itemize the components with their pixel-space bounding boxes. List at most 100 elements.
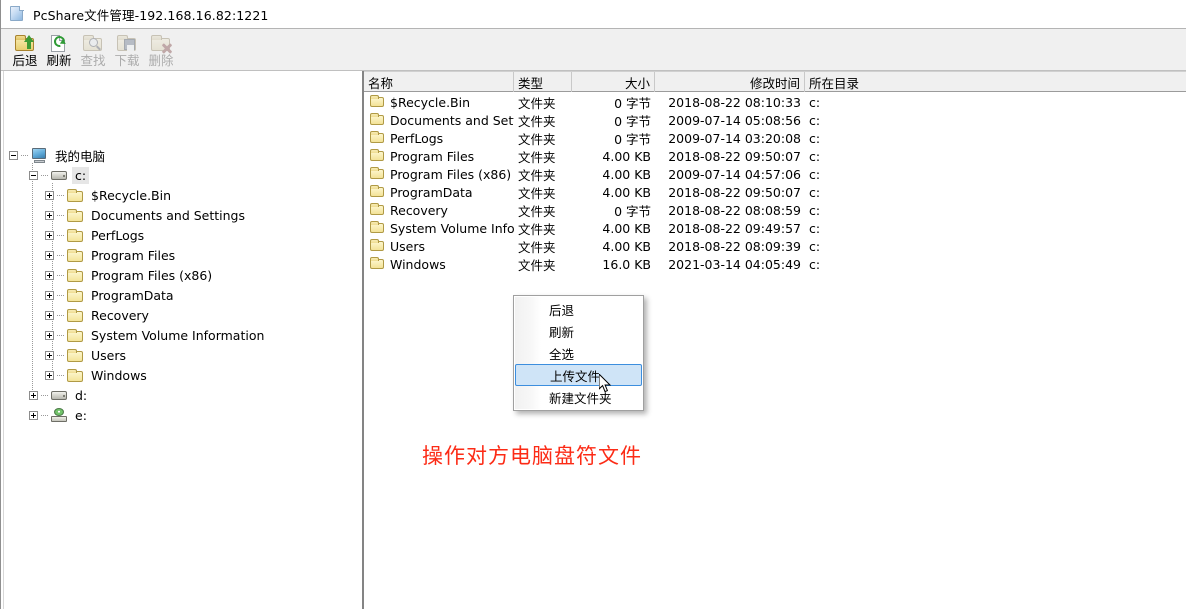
cell-type: 文件夹: [514, 147, 572, 165]
table-row[interactable]: Program Files (x86)文件夹4.00 KB2009-07-14 …: [364, 165, 1186, 183]
tree-item-folder-label: Program Files (x86): [88, 267, 215, 284]
tree-item-folder[interactable]: Program Files (x86): [45, 265, 215, 285]
context-menu-item[interactable]: 上传文件: [515, 364, 642, 386]
expand-toggle-icon[interactable]: [45, 271, 54, 280]
cell-type: 文件夹: [514, 219, 572, 237]
table-row[interactable]: Program Files文件夹4.00 KB2018-08-22 09:50:…: [364, 147, 1186, 165]
tree-item-folder[interactable]: System Volume Information: [45, 325, 267, 345]
cell-directory: c:: [805, 111, 925, 129]
table-row[interactable]: Recovery文件夹0 字节2018-08-22 08:08:59c:: [364, 201, 1186, 219]
tree-item-drive-c[interactable]: c:: [29, 165, 89, 185]
table-row[interactable]: System Volume Info...文件夹4.00 KB2018-08-2…: [364, 219, 1186, 237]
cell-name: Windows: [364, 255, 514, 273]
collapse-toggle-icon[interactable]: [9, 151, 18, 160]
column-header-name[interactable]: 名称: [364, 72, 514, 92]
annotation-text: 操作对方电脑盘符文件: [422, 440, 642, 470]
expand-toggle-icon[interactable]: [45, 311, 54, 320]
cell-size: 4.00 KB: [572, 165, 655, 183]
table-row[interactable]: Documents and Sett...文件夹0 字节2009-07-14 0…: [364, 111, 1186, 129]
expand-toggle-icon[interactable]: [45, 191, 54, 200]
folder-icon: [67, 229, 84, 242]
toolbar-delete-button[interactable]: 删除: [144, 31, 178, 70]
folder-icon: [370, 150, 385, 162]
folder-icon: [370, 132, 385, 144]
expand-toggle-icon[interactable]: [29, 391, 38, 400]
toolbar-search-button[interactable]: 查找: [76, 31, 110, 70]
tree-item-drive-e-label: e:: [72, 407, 90, 424]
cell-type: 文件夹: [514, 237, 572, 255]
table-row[interactable]: Windows文件夹16.0 KB2021-03-14 04:05:49c:: [364, 255, 1186, 273]
column-header-type[interactable]: 类型: [514, 72, 572, 92]
column-header-modified[interactable]: 修改时间: [655, 72, 805, 92]
tree-item-folder[interactable]: Program Files: [45, 245, 178, 265]
directory-tree-pane[interactable]: 我的电脑 c: $Recycle.BinDocuments and Settin…: [1, 71, 362, 609]
expand-toggle-icon[interactable]: [45, 331, 54, 340]
folder-icon: [370, 168, 385, 180]
file-list-pane[interactable]: 名称 类型 大小 修改时间 所在目录 $Recycle.Bin文件夹0 字节20…: [364, 71, 1186, 609]
column-header-directory[interactable]: 所在目录: [805, 72, 1186, 92]
context-menu-item[interactable]: 新建文件夹: [514, 386, 643, 408]
context-menu-item-label: 全选: [549, 344, 574, 363]
tree-connector-dots: [41, 415, 49, 416]
toolbar-download-button[interactable]: 下载: [110, 31, 144, 70]
cell-directory: c:: [805, 201, 925, 219]
tree-connector-dots: [57, 315, 65, 316]
context-menu-item[interactable]: 全选: [514, 342, 643, 364]
folder-save-icon: [116, 33, 138, 53]
tree-item-folder[interactable]: PerfLogs: [45, 225, 147, 245]
cell-directory: c:: [805, 147, 925, 165]
tree-item-folder[interactable]: $Recycle.Bin: [45, 185, 174, 205]
table-row[interactable]: Users文件夹4.00 KB2018-08-22 08:09:39c:: [364, 237, 1186, 255]
context-menu-item[interactable]: 后退: [514, 298, 643, 320]
tree-item-folder[interactable]: Users: [45, 345, 129, 365]
tree-connector-dots: [57, 195, 65, 196]
toolbar-back-button[interactable]: 后退: [8, 31, 42, 70]
toolbar-download-label: 下载: [114, 54, 139, 67]
cell-modified: 2021-03-14 04:05:49: [655, 255, 805, 273]
expand-toggle-icon[interactable]: [45, 371, 54, 380]
tree-connector-dots: [41, 175, 49, 176]
table-row[interactable]: $Recycle.Bin文件夹0 字节2018-08-22 08:10:33c:: [364, 93, 1186, 111]
tree-item-folder[interactable]: Recovery: [45, 305, 152, 325]
app-window-icon: [9, 6, 25, 22]
collapse-toggle-icon[interactable]: [29, 171, 38, 180]
tree-item-drive-d-label: d:: [72, 387, 90, 404]
expand-toggle-icon[interactable]: [45, 211, 54, 220]
tree-item-folder-label: System Volume Information: [88, 327, 267, 344]
cell-type: 文件夹: [514, 255, 572, 273]
cell-type: 文件夹: [514, 129, 572, 147]
expand-toggle-icon[interactable]: [45, 231, 54, 240]
tree-item-folder[interactable]: Windows: [45, 365, 150, 385]
cell-directory: c:: [805, 255, 925, 273]
context-menu-item[interactable]: 刷新: [514, 320, 643, 342]
expand-toggle-icon[interactable]: [45, 251, 54, 260]
folder-icon: [370, 258, 385, 270]
tree-item-drive-d[interactable]: d:: [29, 385, 90, 405]
expand-toggle-icon[interactable]: [45, 291, 54, 300]
expand-toggle-icon[interactable]: [45, 351, 54, 360]
window-title: PcShare文件管理-192.168.16.82:1221: [33, 5, 268, 24]
cell-size: 0 字节: [572, 111, 655, 129]
expand-toggle-icon[interactable]: [29, 411, 38, 420]
tree-item-my-computer[interactable]: 我的电脑: [9, 145, 108, 165]
cell-name-text: Windows: [390, 257, 446, 272]
column-header-size[interactable]: 大小: [572, 72, 655, 92]
folder-icon: [370, 240, 385, 252]
tree-item-drive-e[interactable]: e:: [29, 405, 90, 425]
table-row[interactable]: PerfLogs文件夹0 字节2009-07-14 03:20:08c:: [364, 129, 1186, 147]
tree-item-folder[interactable]: Documents and Settings: [45, 205, 248, 225]
tree-connector-dots: [57, 235, 65, 236]
tree-item-folder-label: ProgramData: [88, 287, 177, 304]
tree-item-folder[interactable]: ProgramData: [45, 285, 177, 305]
folder-icon: [370, 204, 385, 216]
tree-item-folder-label: Recovery: [88, 307, 152, 324]
table-row[interactable]: ProgramData文件夹4.00 KB2018-08-22 09:50:07…: [364, 183, 1186, 201]
cell-type: 文件夹: [514, 165, 572, 183]
folder-icon: [67, 309, 84, 322]
cell-name-text: Program Files: [390, 149, 474, 164]
toolbar-refresh-button[interactable]: 刷新: [42, 31, 76, 70]
cell-directory: c:: [805, 183, 925, 201]
cell-type: 文件夹: [514, 183, 572, 201]
cell-modified: 2018-08-22 08:09:39: [655, 237, 805, 255]
context-menu[interactable]: 后退刷新全选上传文件新建文件夹: [513, 295, 644, 411]
